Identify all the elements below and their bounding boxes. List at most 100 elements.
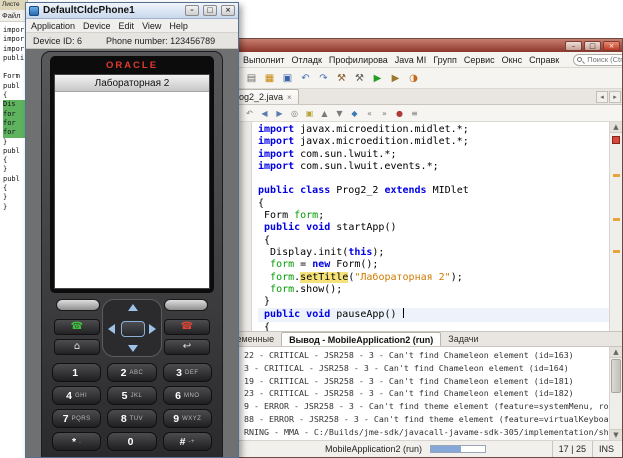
keypad-key-0[interactable]: 0	[107, 432, 157, 451]
next-occurrence-icon[interactable]: ▼	[333, 107, 346, 120]
menu-item[interactable]: Help	[169, 21, 188, 31]
background-document-window[interactable]: Листе Файл impor impor impor publi Form publ{…	[0, 0, 28, 458]
keypad-key-7[interactable]: 7 PQRS	[52, 409, 102, 428]
new-file-icon[interactable]: ▤	[244, 71, 259, 86]
code-line[interactable]: {	[258, 235, 609, 247]
save-all-icon[interactable]: ▣	[280, 71, 295, 86]
keypad-key-8[interactable]: 8 TUV	[107, 409, 157, 428]
dpad-left-icon[interactable]	[108, 324, 115, 334]
last-edit-icon[interactable]: ↶	[243, 107, 256, 120]
ide-maximize-button[interactable]: □	[584, 40, 601, 51]
debug-icon[interactable]: ▶	[388, 71, 403, 86]
editor-tab[interactable]: Prog2_2.java ×	[239, 89, 299, 104]
open-project-icon[interactable]: ▦	[262, 71, 277, 86]
scroll-up-icon[interactable]: ▲	[610, 347, 622, 358]
warning-mark[interactable]	[613, 218, 620, 221]
output-tab-variables[interactable]: Переменные	[239, 332, 281, 346]
keypad-key-6[interactable]: 6 MNO	[162, 386, 212, 405]
ide-window[interactable]: – □ × Выполнит Отладк Профилирова Java MI Гр…	[238, 38, 623, 458]
scrollbar-thumb[interactable]	[611, 359, 621, 393]
dpad[interactable]	[102, 299, 162, 357]
highlight-icon[interactable]: ▣	[303, 107, 316, 120]
quick-search[interactable]	[573, 53, 622, 66]
build-icon[interactable]: ⚒	[334, 71, 349, 86]
emulator-window[interactable]: DefaultCldcPhone1 – □ × Application Devic…	[25, 2, 239, 458]
menu-item[interactable]: Профилирова	[329, 55, 388, 65]
scroll-up-icon[interactable]: ▲	[610, 122, 622, 133]
redo-icon[interactable]: ↷	[316, 71, 331, 86]
menu-item[interactable]: View	[142, 21, 161, 31]
emulator-minimize-button[interactable]: –	[185, 5, 199, 16]
comment-icon[interactable]: ≡	[408, 107, 421, 120]
code-line[interactable]: form.show();	[258, 284, 609, 296]
editor-tabbar[interactable]: Prog2_2.java × ◂ ▸	[239, 89, 622, 105]
code-line[interactable]: Display.init(this);	[258, 247, 609, 259]
warning-mark[interactable]	[613, 250, 620, 253]
emulator-close-button[interactable]: ×	[221, 5, 235, 16]
code-line[interactable]: import com.sun.lwuit.*;	[258, 149, 609, 161]
emulator-maximize-button[interactable]: □	[203, 5, 217, 16]
profile-icon[interactable]: ◑	[406, 71, 421, 86]
undo-icon[interactable]: ↶	[298, 71, 313, 86]
right-softkey-button[interactable]	[164, 299, 208, 311]
phone-screen[interactable]: Лабораторная 2	[54, 74, 210, 289]
keypad-key-1[interactable]: 1	[52, 363, 102, 382]
ide-close-button[interactable]: ×	[603, 40, 620, 51]
left-softkey-button[interactable]	[56, 299, 100, 311]
keypad-key-3[interactable]: 3 DEF	[162, 363, 212, 382]
code-line[interactable]: }	[258, 296, 609, 308]
menu-item[interactable]: Выполнит	[243, 55, 285, 65]
menu-item[interactable]: Device	[83, 21, 111, 31]
code-line[interactable]: import javax.microedition.midlet.*;	[258, 124, 609, 136]
scroll-tabs-right-icon[interactable]: ▸	[609, 91, 621, 103]
code-line[interactable]: {	[258, 198, 609, 210]
menu-item[interactable]: Справк	[529, 55, 559, 65]
output-tab-tasks[interactable]: Задачи	[441, 332, 485, 346]
editor-toolbar[interactable]: ↶ ◀ ▶ ◎ ▣ ▲ ▼ ◆ «» ● ≡	[239, 105, 622, 122]
code-line[interactable]: form.setTitle("Лабораторная 2");	[258, 271, 609, 284]
task-progressbar[interactable]	[430, 445, 487, 453]
back-button[interactable]: ↩	[164, 339, 210, 355]
menu-item[interactable]: Сервис	[464, 55, 495, 65]
menu-item[interactable]: Java MI	[395, 55, 427, 65]
find-selection-icon[interactable]: ◎	[288, 107, 301, 120]
keypad-key-9[interactable]: 9 WXYZ	[162, 409, 212, 428]
code-line[interactable]: import com.sun.lwuit.events.*;	[258, 161, 609, 173]
keypad-key-5[interactable]: 5 JKL	[107, 386, 157, 405]
code-line[interactable]	[258, 173, 609, 185]
menu-item[interactable]: Application	[31, 21, 75, 31]
run-icon[interactable]: ▶	[370, 71, 385, 86]
keypad-key-*[interactable]: *.	[52, 432, 102, 451]
home-button[interactable]: ⌂	[54, 339, 100, 355]
ide-minimize-button[interactable]: –	[565, 40, 582, 51]
code-line[interactable]: Form form;	[258, 210, 609, 222]
error-mark[interactable]	[612, 136, 620, 144]
tab-close-icon[interactable]: ×	[287, 93, 292, 102]
clean-build-icon[interactable]: ⚒	[352, 71, 367, 86]
error-stripe[interactable]: ▲	[609, 122, 622, 331]
ide-menubar[interactable]: Выполнит Отладк Профилирова Java MI Групп Сер…	[239, 52, 622, 68]
dpad-up-icon[interactable]	[128, 304, 138, 311]
macro-icon[interactable]: ●	[393, 107, 406, 120]
scroll-down-icon[interactable]: ▼	[610, 429, 622, 440]
end-call-button[interactable]: ☎	[164, 319, 210, 335]
code-editor[interactable]: import javax.microedition.midlet.*; impor…	[239, 122, 622, 331]
code-line[interactable]: form = new Form();	[258, 259, 609, 271]
code-area[interactable]: import javax.microedition.midlet.*; impor…	[252, 122, 609, 331]
code-line[interactable]: public void startApp()	[258, 222, 609, 234]
output-tabbar[interactable]: Переменные Вывод - MobileApplication2 (r…	[239, 332, 622, 347]
forward-icon[interactable]: ▶	[273, 107, 286, 120]
keypad-key-4[interactable]: 4 GHI	[52, 386, 102, 405]
menu-item[interactable]: Групп	[433, 55, 457, 65]
emulator-menubar[interactable]: Application Device Edit View Help	[26, 19, 238, 33]
code-line[interactable]: public class Prog2_2 extends MIDlet	[258, 185, 609, 197]
keypad-key-#[interactable]: # -+	[162, 432, 212, 451]
ide-toolbar[interactable]: ▤ ▦ ▣ ↶ ↷ ⚒ ⚒ ▶ ▶ ◑	[239, 68, 622, 89]
shift-left-icon[interactable]: «	[363, 107, 376, 120]
background-window-menu-file[interactable]: Файл	[0, 10, 27, 22]
emulator-titlebar[interactable]: DefaultCldcPhone1 – □ ×	[26, 3, 238, 19]
keypad-key-2[interactable]: 2 ABC	[107, 363, 157, 382]
menu-item[interactable]: Edit	[119, 21, 135, 31]
code-line[interactable]: public void pauseApp()	[258, 308, 609, 322]
code-line[interactable]: import javax.microedition.midlet.*;	[258, 136, 609, 148]
